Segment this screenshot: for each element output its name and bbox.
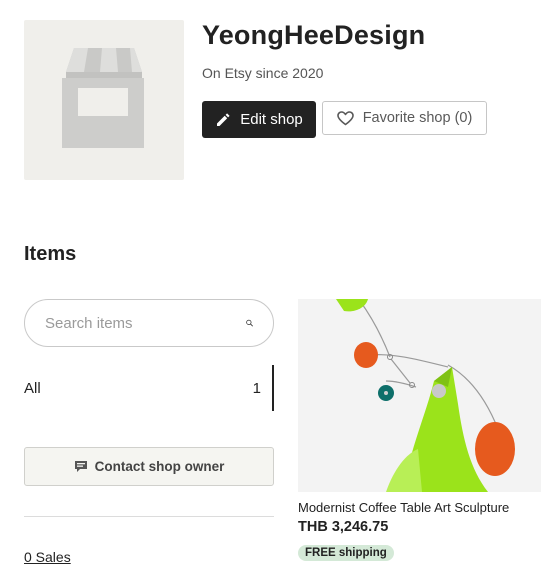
favorite-shop-label: Favorite shop (0) <box>362 110 473 126</box>
pencil-icon <box>217 112 230 126</box>
filter-count: 1 <box>252 379 261 397</box>
sculpture-image <box>298 299 541 492</box>
edit-shop-label: Edit shop <box>240 111 303 128</box>
contact-shop-owner-button[interactable]: Contact shop owner <box>24 447 274 486</box>
divider <box>24 516 274 517</box>
contact-label: Contact shop owner <box>94 459 225 474</box>
sales-link[interactable]: 0 Sales <box>24 549 71 565</box>
filter-item-all[interactable]: All 1 <box>24 365 274 411</box>
listing-title[interactable]: Modernist Coffee Table Art Sculpture <box>298 500 509 515</box>
shop-avatar <box>24 20 184 180</box>
message-icon <box>74 461 87 472</box>
search-icon[interactable] <box>246 312 253 334</box>
favorite-shop-button[interactable]: Favorite shop (0) <box>322 101 487 135</box>
search-input[interactable] <box>43 313 246 333</box>
listing-image[interactable] <box>298 299 541 492</box>
free-shipping-badge: FREE shipping <box>298 545 394 561</box>
shop-since: On Etsy since 2020 <box>202 65 324 81</box>
edit-shop-button[interactable]: Edit shop <box>202 101 316 138</box>
items-heading: Items <box>24 243 77 265</box>
listing-price: THB 3,246.75 <box>298 519 389 535</box>
filter-label: All <box>24 379 41 397</box>
storefront-icon <box>62 48 144 148</box>
search-box[interactable] <box>24 299 274 347</box>
active-indicator <box>272 365 274 411</box>
heart-icon <box>336 110 354 125</box>
shop-name: YeongHeeDesign <box>202 20 426 50</box>
listing-card[interactable]: Modernist Coffee Table Art Sculpture THB… <box>298 299 541 569</box>
